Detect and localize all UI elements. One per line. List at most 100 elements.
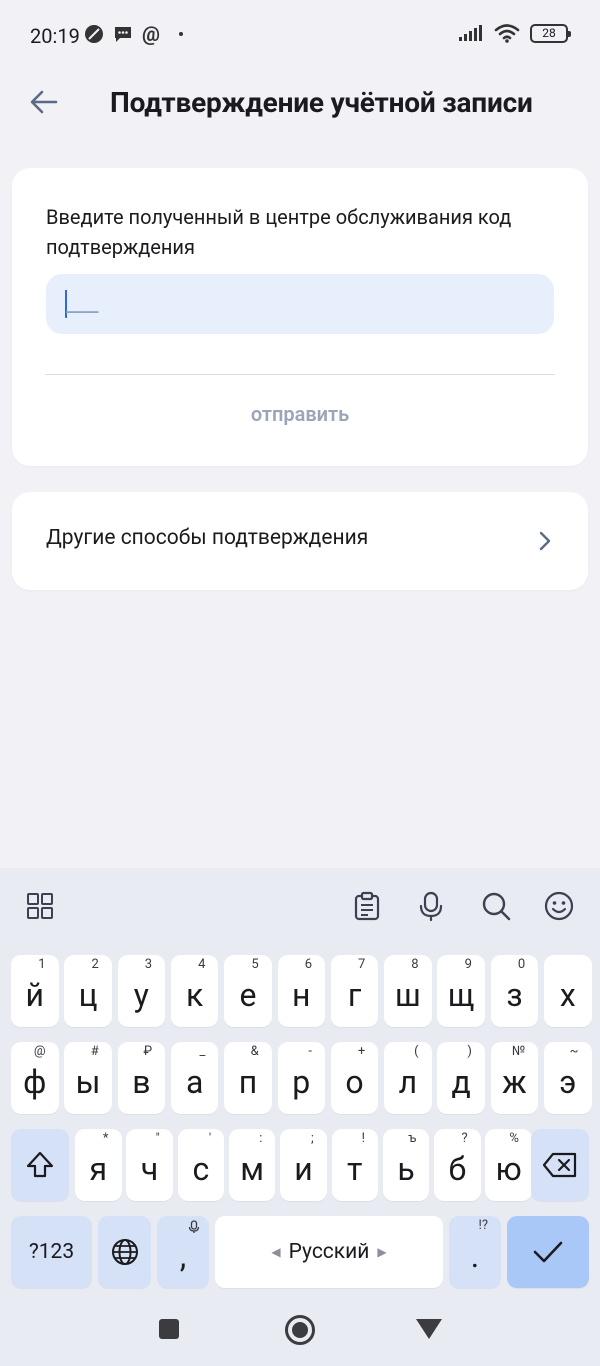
key-row3-1[interactable]: " ч [126,1129,173,1201]
key-main-label: ч [140,1150,159,1188]
numbers-key[interactable]: ?123 [11,1216,92,1288]
key-main-label: н [292,976,311,1014]
key-main-label: х [559,976,576,1014]
key-main-label: ш [394,976,421,1014]
apps-grid-icon[interactable] [24,890,56,922]
key-row2-3[interactable]: _ а [170,1042,219,1114]
arrow-left-icon[interactable] [28,86,60,118]
space-key[interactable]: ◀ Русский ▶ [215,1216,443,1288]
key-row3-5[interactable]: ! т [331,1129,378,1201]
search-icon[interactable] [480,890,512,922]
key-main-label: ы [75,1063,101,1101]
key-row2-5[interactable]: -р [277,1042,325,1114]
numbers-key-label: ?123 [28,1240,75,1264]
emoji-icon[interactable] [543,890,575,922]
enter-key[interactable] [507,1216,589,1288]
keyboard: 1 й 2 ц 3 у 4 к 5 е 6 н 7 г 8 ш 9 щ 0 з х @ ф # ы ₽ в _ а & п - р + о(л) д №… [0,868,600,1366]
key-row1-9[interactable]: 0з [490,955,539,1027]
key-sub-label: № [511,1044,526,1059]
space-key-label: Русский [288,1240,370,1264]
period-key[interactable]: !? . [449,1216,501,1288]
key-row3-4[interactable]: ; и [280,1129,327,1201]
status-time: 20:19 [30,24,80,48]
clipboard-icon[interactable] [351,890,383,922]
key-row1-1[interactable]: 2ц [64,955,112,1027]
key-row1-6[interactable]: 7г [330,955,379,1027]
key-row2-7[interactable]: (л [384,1042,432,1114]
key-row3-8[interactable]: % ю [485,1129,532,1201]
key-sub-label: 9 [464,957,472,972]
key-main-label: э [559,1063,577,1101]
square-icon[interactable] [158,1318,180,1340]
key-main-label: я [89,1150,108,1188]
key-row2-1[interactable]: # ы [64,1042,112,1114]
checkmark-icon [533,1241,563,1263]
key-row2-9[interactable]: № ж [490,1042,539,1114]
key-sub-label: % [509,1131,519,1146]
at-icon: @ [142,22,160,46]
home-circle-icon[interactable] [284,1314,316,1346]
key-row2-6[interactable]: + о [330,1042,379,1114]
key-main-label: л [398,1063,418,1101]
comma-key[interactable]: , [157,1216,209,1288]
key-row2-0[interactable]: @ ф [11,1042,59,1114]
key-main-label: а [185,1063,204,1101]
chevron-right-icon [539,531,551,551]
key-sub-label: 1 [38,957,46,972]
key-sub-label: ' [208,1131,212,1146]
mic-icon[interactable] [415,890,447,922]
key-sub-label: 3 [144,957,153,972]
key-sub-label: ъ [408,1131,417,1146]
language-key[interactable] [98,1216,151,1288]
key-sub-label: & [250,1044,259,1059]
key-row1-3[interactable]: 4к [170,955,219,1027]
key-sub-label: 4 [198,957,206,972]
key-row3-0[interactable]: * я [75,1129,122,1201]
send-button[interactable]: отправить [12,402,588,426]
key-main-label: и [294,1150,313,1188]
key-row2-8[interactable]: ) д [437,1042,485,1114]
navigation-bar [0,1296,600,1366]
key-row1-4[interactable]: 5е [224,955,272,1027]
key-sub-label: ₽ [143,1044,153,1059]
key-main-label: ц [78,976,98,1014]
key-main-label: ж [502,1063,527,1101]
period-key-label: . [470,1237,480,1275]
key-row2-2[interactable]: ₽ в [117,1042,166,1114]
key-row3-6[interactable]: ъь [382,1129,430,1201]
battery-level: 28 [542,26,556,40]
key-row1-5[interactable]: 6н [277,955,325,1027]
status-right-icons: 28 [458,23,571,43]
period-key-sub: !? [478,1218,489,1233]
key-main-label: й [25,976,44,1014]
status-bar: 20:19 @ 28 [0,0,600,70]
divider [45,374,555,375]
key-row1-10[interactable]: х [544,955,592,1027]
key-row3-2[interactable]: ' с [177,1129,225,1201]
key-sub-label: ~ [569,1044,579,1059]
back-triangle-icon[interactable] [415,1318,443,1340]
comma-key-label: , [179,1237,187,1275]
header: Подтверждение учётной записи [0,72,600,132]
moon-icon [85,25,103,43]
key-main-label: ф [23,1063,47,1101]
key-row1-8[interactable]: 9щ [437,955,485,1027]
code-input[interactable]: ___ [46,274,554,334]
signal-icon [459,25,482,41]
key-sub-label: 2 [91,957,99,972]
key-row1-2[interactable]: 3у [117,955,166,1027]
key-row1-0[interactable]: 1й [11,955,59,1027]
key-row3-3[interactable]: :м [228,1129,276,1201]
key-row1-7[interactable]: 8ш [384,955,432,1027]
key-row3-7[interactable]: ? б [434,1129,481,1201]
key-row2-10[interactable]: ~ э [544,1042,592,1114]
backspace-key[interactable] [531,1129,589,1201]
key-sub-label: 7 [357,957,366,972]
other-methods-item[interactable]: Другие способы подтверждения [12,492,588,590]
shift-icon [26,1151,54,1178]
key-row2-4[interactable]: & п [224,1042,272,1114]
shift-key[interactable] [11,1129,69,1201]
key-sub-label: 5 [251,957,259,972]
message-icon [115,27,131,42]
key-main-label: о [345,1063,364,1101]
